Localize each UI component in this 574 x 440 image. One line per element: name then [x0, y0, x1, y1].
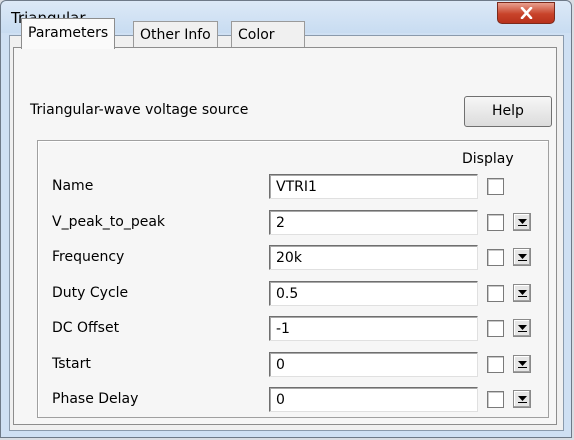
row-label-frequency: Frequency — [52, 249, 125, 265]
phase-delay-field[interactable] — [269, 387, 478, 412]
dropdown-button-frequency[interactable] — [513, 248, 531, 266]
chevron-down-icon — [518, 290, 527, 297]
tstart-field[interactable] — [269, 352, 478, 377]
display-checkbox-dc-offset[interactable] — [487, 320, 504, 337]
row-label-v-peak-to-peak: V_peak_to_peak — [52, 214, 166, 230]
row-label-phase-delay: Phase Delay — [52, 391, 139, 407]
dialog-window: Triangular Parameters Other Info Color T… — [0, 0, 572, 438]
tab-other-info-label: Other Info — [140, 27, 211, 43]
display-checkbox-duty-cycle[interactable] — [487, 285, 504, 302]
display-checkbox-frequency[interactable] — [487, 249, 504, 266]
tab-parameters[interactable]: Parameters — [21, 18, 116, 49]
display-header: Display — [462, 151, 514, 167]
dropdown-button-tstart[interactable] — [513, 355, 531, 373]
frequency-field[interactable] — [269, 245, 478, 270]
row-label-duty-cycle: Duty Cycle — [52, 285, 129, 301]
row-label-tstart: Tstart — [52, 356, 91, 372]
tab-color[interactable]: Color — [231, 21, 305, 48]
tab-parameters-label: Parameters — [28, 25, 109, 41]
chevron-down-icon — [518, 219, 527, 226]
help-button[interactable]: Help — [464, 96, 552, 127]
tab-color-label: Color — [238, 27, 275, 43]
row-label-dc-offset: DC Offset — [52, 320, 120, 336]
name-field[interactable] — [269, 174, 478, 199]
chevron-down-icon — [518, 254, 527, 261]
display-checkbox-tstart[interactable] — [487, 356, 504, 373]
dropdown-button-dc-offset[interactable] — [513, 319, 531, 337]
description-text: Triangular-wave voltage source — [30, 102, 249, 118]
dropdown-button-duty-cycle[interactable] — [513, 284, 531, 302]
chevron-down-icon — [518, 325, 527, 332]
dc-offset-field[interactable] — [269, 316, 478, 341]
close-icon — [520, 7, 533, 19]
dropdown-button-v-peak-to-peak[interactable] — [513, 213, 531, 231]
v-peak-to-peak-field[interactable] — [269, 210, 478, 235]
dropdown-button-phase-delay[interactable] — [513, 390, 531, 408]
display-checkbox-name[interactable] — [487, 178, 504, 195]
chevron-down-icon — [518, 361, 527, 368]
duty-cycle-field[interactable] — [269, 281, 478, 306]
chevron-down-icon — [518, 396, 527, 403]
row-label-name: Name — [52, 178, 94, 194]
close-button[interactable] — [497, 2, 555, 24]
display-checkbox-v-peak-to-peak[interactable] — [487, 214, 504, 231]
display-checkbox-phase-delay[interactable] — [487, 391, 504, 408]
tab-other-info[interactable]: Other Info — [133, 21, 218, 48]
